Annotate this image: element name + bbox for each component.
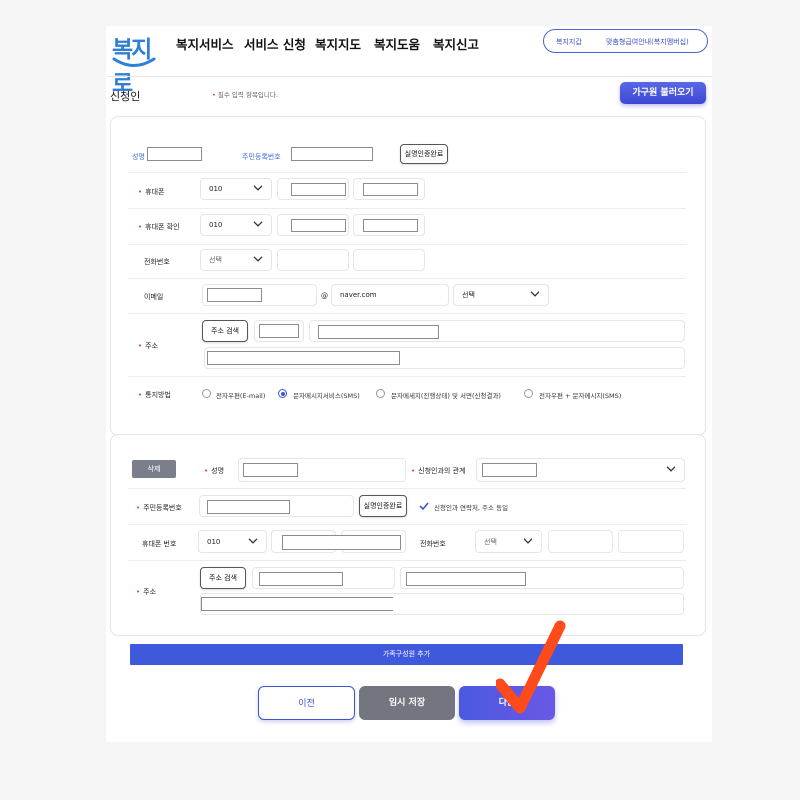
member-address2-input[interactable] [201, 597, 393, 611]
email-at-sign: @ [321, 292, 328, 300]
chevron-down-icon [253, 221, 263, 227]
member-relation-label: • 신청인과의 관계 [411, 467, 466, 475]
member-address1-input[interactable] [406, 572, 526, 586]
header-divider [106, 76, 712, 77]
row-divider [128, 524, 686, 525]
nav-service-apply[interactable]: 서비스 신청 [244, 34, 306, 53]
check-mark-icon [496, 620, 566, 714]
member-name-input[interactable] [243, 463, 298, 477]
applicant-address2-input[interactable] [207, 351, 400, 365]
nav-welfare-map[interactable]: 복지지도 [315, 34, 361, 53]
row-divider [128, 376, 686, 377]
applicant-phone-mid-input[interactable] [277, 249, 349, 271]
applicant-address-label: • 주소 [138, 342, 159, 350]
row-divider [128, 560, 686, 561]
member-zipcode-input[interactable] [259, 572, 343, 586]
member-rrn-input[interactable] [207, 500, 290, 514]
notify-sms-radio[interactable] [278, 389, 287, 398]
top-pill-menu: 복지지갑 맞춤형급여안내(복지멤버십) [543, 29, 708, 53]
same-address-checkbox[interactable] [419, 501, 429, 511]
applicant-mobile-confirm-last-input[interactable] [363, 219, 418, 232]
pill-custom-benefit[interactable]: 맞춤형급여안내(복지멤버십) [606, 37, 689, 47]
member-relation-input[interactable] [482, 463, 537, 477]
applicant-mobile-confirm-label: • 휴대폰 확인 [138, 223, 180, 231]
member-rrn-label: • 주민등록번호 [136, 504, 182, 512]
logo-smile-icon [112, 57, 156, 67]
applicant-email-id-input[interactable] [207, 288, 262, 302]
chevron-down-icon [253, 185, 263, 191]
applicant-rrn-input[interactable] [291, 147, 373, 161]
load-family-button[interactable]: 가구원 불러오기 [620, 82, 706, 104]
section-title-applicant: 신청인 [110, 90, 141, 103]
notify-email-label: 전자우편(E-mail) [216, 392, 266, 400]
member-mobile-label: 휴대폰 번호 [142, 540, 177, 548]
required-note-text: 필수 입력 항목입니다. [217, 91, 278, 99]
member-phone-mid-input[interactable] [548, 530, 613, 553]
notify-method-label: • 통지방법 [138, 391, 171, 399]
row-divider [128, 172, 686, 173]
nav-welfare-service[interactable]: 복지서비스 [176, 34, 234, 53]
member-name-label: • 성명 [204, 467, 225, 475]
chevron-down-icon [523, 537, 533, 544]
applicant-phone-label: 전화번호 [144, 258, 170, 266]
applicant-email-label: 이메일 [144, 293, 164, 301]
temp-save-button[interactable]: 임시 저장 [359, 686, 455, 720]
applicant-mobile-confirm-mid-input[interactable] [291, 219, 346, 232]
site-logo[interactable]: 복지로 [109, 30, 159, 97]
member-phone-last-input[interactable] [618, 530, 684, 553]
applicant-email-domain-input[interactable]: naver.com [331, 284, 449, 306]
chevron-down-icon [253, 256, 263, 262]
member-address-label: • 주소 [136, 588, 157, 596]
applicant-name-input[interactable] [147, 147, 202, 161]
applicant-phone-prefix-select[interactable]: 선택 [200, 249, 272, 271]
add-family-member-button[interactable]: 가족구성원 추가 [130, 644, 683, 665]
page: 복지로 복지서비스 서비스 신청 복지지도 복지도움 복지신고 복지지갑 맞춤형… [106, 26, 712, 742]
applicant-mobile-last-input[interactable] [363, 183, 418, 196]
delete-member-button[interactable]: 삭제 [132, 460, 176, 478]
applicant-address1-input[interactable] [318, 325, 439, 339]
member-phone-label: 전화번호 [420, 540, 446, 548]
member-phone-prefix-select[interactable]: 선택 [475, 530, 542, 553]
member-address-search-button[interactable]: 주소 검색 [200, 567, 246, 589]
row-divider [128, 488, 686, 489]
applicant-mobile-prefix-select[interactable]: 010 [200, 178, 272, 200]
notify-email-radio[interactable] [202, 389, 211, 398]
chevron-down-icon [248, 537, 258, 544]
notify-sms-label: 문자메시지서비스(SMS) [293, 392, 360, 400]
notify-sms-paper-radio[interactable] [376, 389, 385, 398]
notify-sms-paper-label: 문자메세지(진행상태) 및 서면(신청결과) [391, 392, 501, 400]
notify-email-sms-label: 전자우편 + 문자메시지(SMS) [539, 392, 622, 400]
row-divider [128, 313, 686, 314]
applicant-verify-button[interactable]: 실명인증완료 [400, 144, 448, 164]
member-verify-button[interactable]: 실명인증완료 [359, 495, 407, 517]
applicant-rrn-label: 주민등록번호 [242, 153, 281, 161]
applicant-mobile-mid-input[interactable] [291, 183, 346, 196]
applicant-name-label: 성명 [132, 153, 145, 161]
chevron-down-icon [530, 291, 540, 297]
prev-button[interactable]: 이전 [258, 686, 355, 720]
applicant-mobile-label: • 휴대폰 [138, 188, 165, 196]
applicant-mobile-confirm-prefix-select[interactable]: 010 [200, 214, 272, 236]
nav-welfare-help[interactable]: 복지도움 [374, 34, 420, 53]
nav-welfare-report[interactable]: 복지신고 [433, 34, 479, 53]
applicant-email-domain-select[interactable]: 선택 [453, 284, 549, 306]
applicant-phone-last-input[interactable] [353, 249, 425, 271]
member-mobile-prefix-select[interactable]: 010 [198, 530, 267, 553]
row-divider [128, 244, 686, 245]
same-address-label: 신청인과 연락처, 주소 동일 [434, 504, 509, 512]
required-note: • 필수 입력 항목입니다. [212, 91, 278, 99]
chevron-down-icon [666, 466, 676, 472]
row-divider [128, 278, 686, 279]
member-mobile-input[interactable] [282, 535, 401, 550]
applicant-address-search-button[interactable]: 주소 검색 [202, 320, 248, 342]
applicant-zipcode-input[interactable] [259, 324, 299, 338]
applicant-card [110, 116, 706, 436]
notify-email-sms-radio[interactable] [524, 389, 533, 398]
pill-welfare-wallet[interactable]: 복지지갑 [556, 37, 582, 47]
row-divider [128, 208, 686, 209]
